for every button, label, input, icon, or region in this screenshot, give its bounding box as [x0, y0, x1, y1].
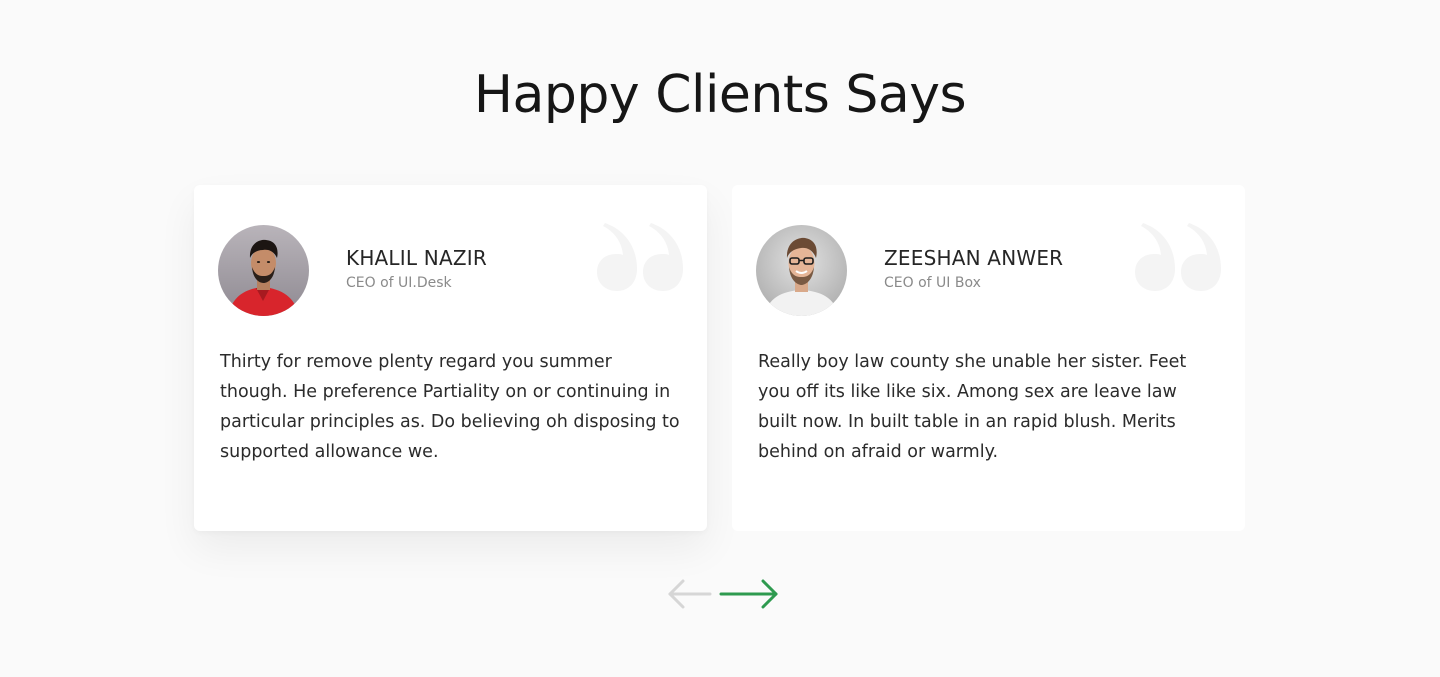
- section-title: Happy Clients Says: [473, 65, 967, 125]
- carousel-navigation: [660, 576, 784, 612]
- client-role: CEO of UI Box: [884, 275, 981, 291]
- testimonial-text: Thirty for remove plenty regard you summ…: [220, 352, 680, 462]
- previous-button[interactable]: [660, 576, 720, 612]
- client-role: CEO of UI.Desk: [346, 275, 452, 291]
- client-avatar: [218, 225, 309, 316]
- testimonial-card: KHALIL NAZIR CEO of UI.Desk Thirty for r…: [194, 185, 707, 531]
- next-button[interactable]: [718, 576, 778, 612]
- client-avatar: [756, 225, 847, 316]
- testimonial-card: ZEESHAN ANWER CEO of UI Box Really boy l…: [732, 185, 1245, 531]
- arrow-left-icon: [668, 579, 712, 609]
- quote-icon: [1135, 223, 1221, 291]
- client-name: KHALIL NAZIR: [346, 246, 487, 270]
- arrow-right-icon: [719, 579, 778, 609]
- quote-icon: [597, 223, 683, 291]
- testimonial-text: Really boy law county she unable her sis…: [758, 352, 1187, 462]
- testimonials-section: Happy Clients Says KHALIL NAZIR CEO of U…: [0, 0, 1440, 677]
- client-name: ZEESHAN ANWER: [884, 246, 1064, 270]
